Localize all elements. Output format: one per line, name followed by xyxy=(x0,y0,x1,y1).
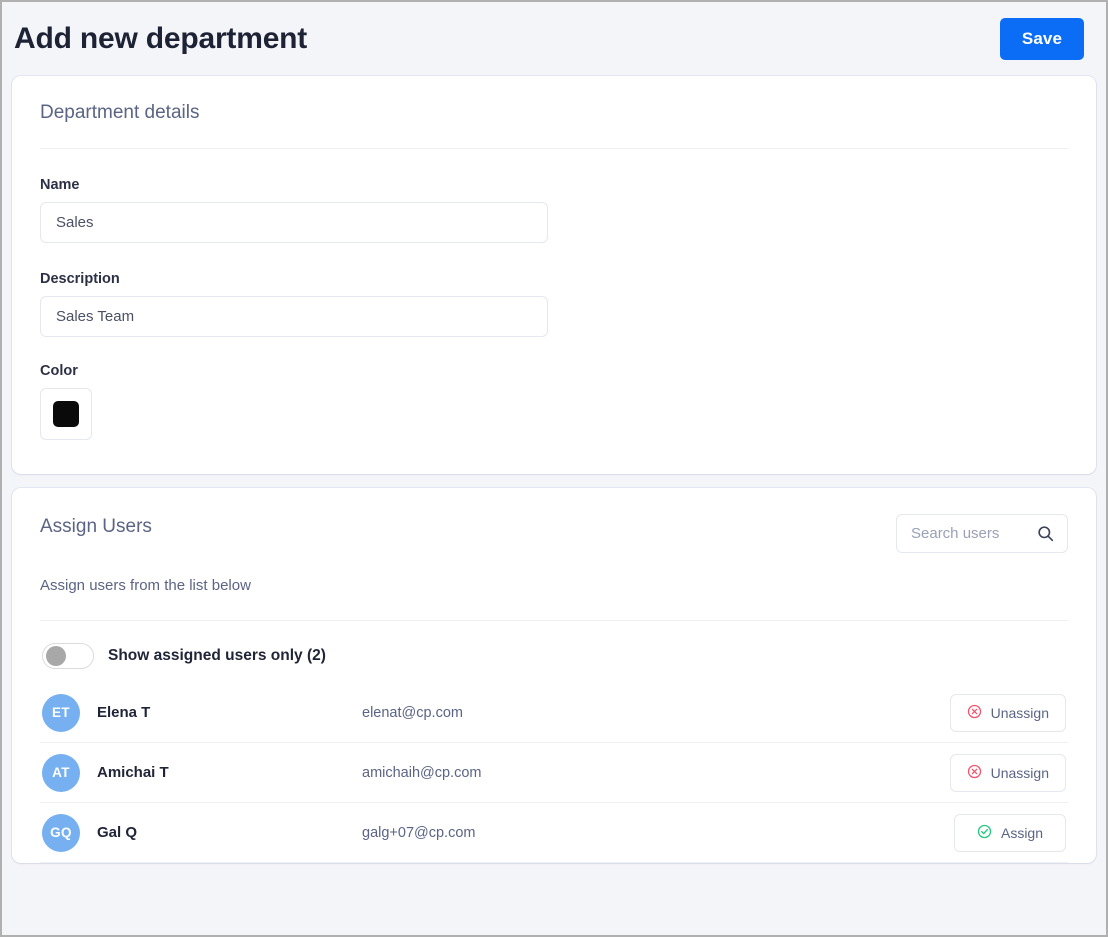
user-email: amichaih@cp.com xyxy=(362,764,482,781)
unassign-button[interactable]: Unassign xyxy=(949,693,1066,732)
assign-users-subtitle: Assign users from the list below xyxy=(40,577,251,594)
field-color: Color xyxy=(40,337,1068,474)
unassign-button-label: Unassign xyxy=(990,764,1049,781)
unassign-button-label: Unassign xyxy=(990,704,1049,721)
assign-button[interactable]: Assign xyxy=(954,813,1066,852)
user-name: Gal Q xyxy=(97,824,138,841)
field-description: Description xyxy=(40,243,1068,337)
search-users-box[interactable] xyxy=(896,514,1068,553)
show-assigned-only-label: Show assigned users only (2) xyxy=(108,647,326,664)
assign-users-card: Assign Users Assign users from the list … xyxy=(12,488,1096,863)
search-icon xyxy=(1037,525,1054,547)
color-label: Color xyxy=(40,363,78,379)
section-title-assign-users: Assign Users xyxy=(40,516,152,537)
department-details-card: Department details Name Description Colo… xyxy=(12,76,1096,474)
circle-check-icon xyxy=(977,824,992,842)
color-swatch xyxy=(53,401,79,427)
user-name: Elena T xyxy=(97,704,151,721)
circle-x-icon xyxy=(967,764,982,782)
description-input[interactable] xyxy=(40,296,548,337)
color-picker-button[interactable] xyxy=(40,388,92,440)
avatar: AT xyxy=(42,753,80,792)
user-email: galg+07@cp.com xyxy=(362,824,476,841)
user-email: elenat@cp.com xyxy=(362,704,463,721)
field-name: Name xyxy=(40,149,1068,243)
save-button[interactable]: Save xyxy=(999,18,1084,60)
assign-users-header: Assign Users xyxy=(40,514,1068,553)
search-input[interactable] xyxy=(897,515,1027,552)
circle-x-icon xyxy=(967,704,982,722)
section-title-department-details: Department details xyxy=(40,102,200,123)
description-label: Description xyxy=(40,271,120,287)
name-input[interactable] xyxy=(40,202,548,243)
name-label: Name xyxy=(40,177,80,193)
show-assigned-only-row: Show assigned users only (2) xyxy=(40,621,1068,683)
table-row[interactable]: GQ Gal Q galg+07@cp.com Assign xyxy=(40,803,1068,863)
app-window: Add new department Save Department detai… xyxy=(0,0,1108,937)
page-title: Add new department xyxy=(14,22,308,55)
user-name: Amichai T xyxy=(97,764,169,781)
unassign-button[interactable]: Unassign xyxy=(949,753,1066,792)
table-row[interactable]: AT Amichai T amichaih@cp.com Unassign xyxy=(40,743,1068,803)
avatar: ET xyxy=(42,693,80,732)
toggle-knob xyxy=(46,646,66,666)
page-header: Add new department Save xyxy=(2,2,1106,76)
table-row[interactable]: ET Elena T elenat@cp.com Unassign xyxy=(40,683,1068,743)
assign-button-label: Assign xyxy=(1000,824,1044,841)
avatar: GQ xyxy=(42,813,80,852)
show-assigned-only-toggle[interactable] xyxy=(42,643,94,669)
